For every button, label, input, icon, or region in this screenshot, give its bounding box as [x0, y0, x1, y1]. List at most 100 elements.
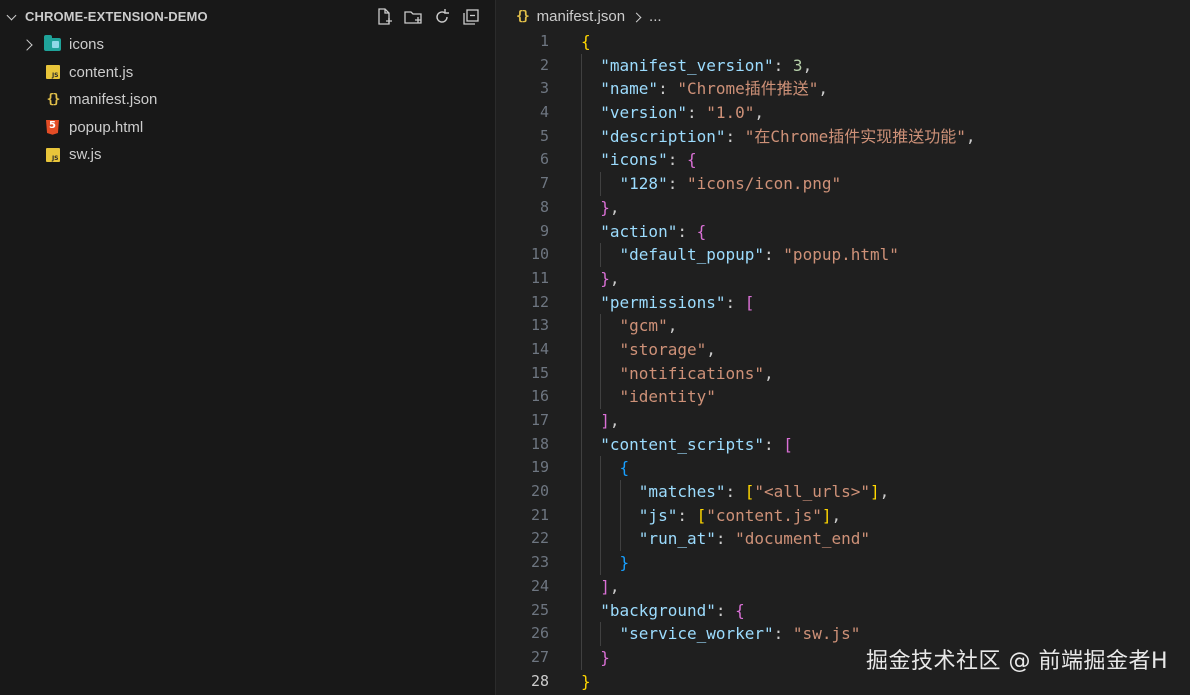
- code-line[interactable]: 12 "permissions": [: [497, 290, 1190, 315]
- code-line[interactable]: 24 ],: [497, 574, 1190, 599]
- code-line[interactable]: 8 },: [497, 195, 1190, 220]
- code-text: },: [600, 197, 620, 217]
- indent-guide: [581, 503, 582, 528]
- code-text: },: [600, 268, 620, 288]
- code-text: "manifest_version": 3,: [600, 55, 813, 75]
- line-number: 14: [530, 339, 549, 358]
- code-line[interactable]: 19 {: [497, 456, 1190, 481]
- code-line[interactable]: 5 "description": "在Chrome插件实现推送功能",: [497, 124, 1190, 149]
- code-line[interactable]: 25 "background": {: [497, 598, 1190, 623]
- indent-guide: [600, 503, 602, 528]
- code-line[interactable]: 4 "version": "1.0",: [497, 101, 1190, 125]
- line-number: 18: [530, 434, 549, 453]
- code-text: }: [619, 553, 630, 573]
- line-number: 22: [530, 529, 549, 548]
- indent-guide: [581, 409, 582, 433]
- line-number: 26: [530, 624, 549, 643]
- indent-guide: [600, 527, 602, 552]
- indent-guide: [581, 480, 582, 504]
- javascript-file-icon: [44, 64, 61, 81]
- code-text: "run_at": "document_end": [638, 529, 870, 549]
- editor-panel: {} manifest.json ... 1{2 "manifest_versi…: [497, 0, 1190, 695]
- indent-guide: [581, 551, 582, 575]
- code-text: "background": {: [600, 600, 745, 620]
- code-text: {: [619, 458, 630, 478]
- line-number: 4: [539, 103, 549, 122]
- code-line[interactable]: 7 "128": "icons/icon.png": [497, 172, 1190, 196]
- new-folder-icon[interactable]: [403, 7, 423, 27]
- tree-item-sw-js[interactable]: sw.js: [0, 141, 495, 169]
- code-line[interactable]: 2 "manifest_version": 3,: [497, 53, 1190, 78]
- line-number: 13: [530, 316, 549, 335]
- chevron-right-icon: [633, 12, 643, 22]
- indent-guide: [581, 243, 582, 267]
- json-file-icon: {}: [46, 92, 61, 108]
- code-text: "version": "1.0",: [600, 103, 765, 123]
- indent-guide: [581, 101, 582, 125]
- indent-guide: [581, 385, 582, 409]
- indent-guide: [581, 622, 582, 646]
- indent-guide: [581, 290, 582, 315]
- tree-item-content-js[interactable]: content.js: [0, 59, 495, 87]
- refresh-icon[interactable]: [432, 7, 452, 27]
- indent-guide: [581, 527, 582, 552]
- indent-guide: [600, 314, 602, 338]
- code-editor[interactable]: 1{2 "manifest_version": 3, 3 "name": "Chr…: [497, 30, 1190, 693]
- code-line[interactable]: 17 ],: [497, 409, 1190, 433]
- breadcrumb-ellipsis[interactable]: ...: [649, 8, 662, 25]
- code-line[interactable]: 9 "action": {: [497, 219, 1190, 244]
- indent-guide: [581, 195, 582, 220]
- indent-guide: [600, 385, 602, 409]
- indent-guide: [581, 219, 582, 244]
- code-line[interactable]: 22 "run_at": "document_end": [497, 527, 1190, 552]
- line-number: 1: [539, 32, 549, 50]
- indent-guide: [581, 172, 582, 196]
- tree-item-popup-html[interactable]: popup.html: [0, 114, 495, 142]
- code-text: "service_worker": "sw.js": [619, 624, 861, 644]
- new-file-icon[interactable]: [374, 7, 394, 27]
- chevron-right-icon[interactable]: [21, 38, 35, 52]
- code-line[interactable]: 11 },: [497, 266, 1190, 291]
- code-text: "permissions": [: [600, 292, 755, 312]
- code-line[interactable]: 18 "content_scripts": [: [497, 432, 1190, 457]
- code-line[interactable]: 20 "matches": ["<all_urls>"],: [497, 480, 1190, 504]
- code-line[interactable]: 14 "storage",: [497, 337, 1190, 362]
- folder-icon: [44, 35, 61, 53]
- line-number: 7: [539, 174, 549, 193]
- breadcrumb-file[interactable]: manifest.json: [537, 8, 625, 25]
- code-line[interactable]: 15 "notifications",: [497, 361, 1190, 386]
- code-line[interactable]: 6 "icons": {: [497, 148, 1190, 173]
- explorer-header[interactable]: CHROME-EXTENSION-DEMO: [0, 0, 495, 33]
- chevron-down-icon[interactable]: [5, 10, 19, 24]
- line-number: 28: [530, 671, 549, 690]
- code-line[interactable]: 3 "name": "Chrome插件推送",: [497, 77, 1190, 102]
- code-text: "description": "在Chrome插件实现推送功能",: [600, 126, 976, 146]
- indent-guide: [619, 480, 621, 504]
- code-line[interactable]: 16 "identity": [497, 385, 1190, 409]
- line-number: 16: [530, 387, 549, 406]
- collapse-all-icon[interactable]: [461, 7, 481, 27]
- code-line[interactable]: 10 "default_popup": "popup.html": [497, 243, 1190, 267]
- indent-guide: [600, 337, 602, 362]
- indent-guide: [581, 148, 582, 173]
- indent-guide: [581, 124, 582, 149]
- line-number: 10: [530, 245, 549, 264]
- code-line[interactable]: 1{: [497, 30, 1190, 54]
- code-line[interactable]: 13 "gcm",: [497, 314, 1190, 338]
- code-text: "action": {: [600, 221, 707, 241]
- line-number: 25: [530, 600, 549, 619]
- code-text: }: [581, 671, 591, 691]
- code-text: "icons": {: [600, 150, 697, 170]
- indent-guide: [581, 598, 582, 623]
- tree-item-icons-folder[interactable]: icons: [0, 31, 495, 59]
- code-text: "matches": ["<all_urls>"],: [638, 482, 890, 502]
- indent-guide: [581, 645, 582, 670]
- tree-item-manifest-json[interactable]: {} manifest.json: [0, 86, 495, 114]
- code-line[interactable]: 23 }: [497, 551, 1190, 575]
- indent-guide: [581, 266, 582, 291]
- line-number: 5: [539, 126, 549, 145]
- indent-guide: [600, 551, 602, 575]
- code-text: "name": "Chrome插件推送",: [600, 79, 829, 99]
- code-line[interactable]: 21 "js": ["content.js"],: [497, 503, 1190, 528]
- code-text: "default_popup": "popup.html": [619, 245, 899, 265]
